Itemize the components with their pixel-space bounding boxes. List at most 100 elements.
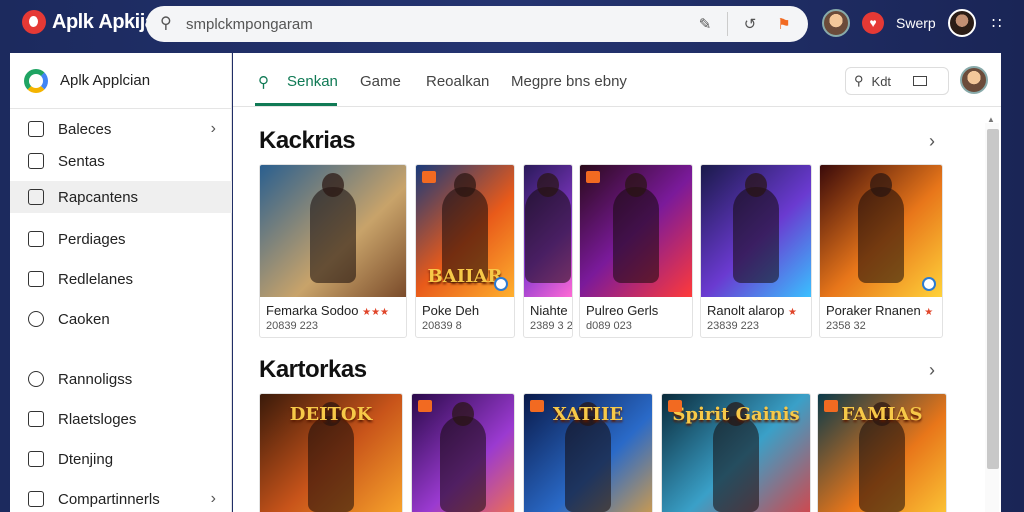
badge-icon <box>422 171 436 183</box>
scrollbar-thumb[interactable] <box>987 129 999 469</box>
game-card[interactable]: Pulreo Gerls d089 023 <box>579 164 693 338</box>
verified-icon <box>922 277 936 291</box>
share-icon[interactable]: ↺ <box>738 12 762 36</box>
sidebar-item-4[interactable]: puzzle-icon Redlelanes <box>10 263 232 295</box>
character-figure <box>613 173 659 283</box>
top-bar: Aplk Apkijal ⚲ ✎ ↺ ⚑ ♥ Swerp ∷ <box>0 0 1024 48</box>
tab-megpre[interactable]: Megpre bns ebny <box>511 73 627 90</box>
sidebar-item-label: Dtenjing <box>58 450 114 468</box>
sidebar-item-1[interactable]: file-icon Sentas <box>10 145 232 177</box>
character-figure <box>713 402 759 512</box>
section-more-chevron-icon[interactable]: › <box>929 360 935 381</box>
sidebar-item-label: Rannoligss <box>58 370 133 388</box>
user-label[interactable]: Swerp <box>896 15 936 31</box>
card-subtitle: 20839 223 <box>266 320 318 332</box>
game-card[interactable]: Poraker Rnanen ★ 2358 32 <box>819 164 943 338</box>
sidebar-item-7[interactable]: list-icon Rlaetsloges <box>10 403 232 435</box>
card-title: Pulreo Gerls <box>580 297 692 318</box>
badge-icon <box>824 400 838 412</box>
search-icon: ⚲ <box>160 15 172 32</box>
tab-game[interactable]: Game <box>360 73 401 90</box>
verified-icon <box>494 277 508 291</box>
main-panel: ⚲ Senkan Game Reoalkan Megpre bns ebny ⚲… <box>233 53 1001 512</box>
filter-label: Kdt <box>871 73 892 89</box>
active-tab-indicator <box>255 103 337 106</box>
account-avatar[interactable] <box>947 9 976 37</box>
chevron-right-icon: › <box>210 120 216 137</box>
sidebar-header[interactable]: Aplk Applcian <box>10 53 231 109</box>
notification-icon[interactable]: ♥ <box>862 12 884 34</box>
character-figure <box>525 173 571 283</box>
card-subtitle: 2358 32 <box>826 320 866 332</box>
sidebar-item-3[interactable]: tag-icon Perdiages <box>10 223 232 255</box>
card-title-text: Poraker Rnanen <box>826 303 921 318</box>
game-card[interactable]: XATIIE <box>523 393 653 512</box>
game-cover-image <box>701 165 811 297</box>
game-card[interactable]: Spirit Gainis <box>661 393 811 512</box>
main-avatar[interactable] <box>960 66 988 94</box>
game-cover-image: FAMIAS <box>818 394 946 512</box>
character-figure <box>440 402 486 512</box>
search-input[interactable] <box>186 15 706 33</box>
section-title: Kackrias <box>259 127 356 154</box>
game-cover-image <box>580 165 692 297</box>
character-figure <box>859 402 905 512</box>
card-subtitle: 2389 3 2 <box>530 320 573 332</box>
card-title-text: Ranolt alarop <box>707 303 785 318</box>
scrollbar[interactable]: ▲ <box>985 115 999 512</box>
tab-bar: ⚲ Senkan Game Reoalkan Megpre bns ebny ⚲… <box>233 53 1001 107</box>
card-title-text: Niahte <box>530 303 568 318</box>
game-card[interactable]: DEITOK <box>259 393 403 512</box>
game-card[interactable]: BAIIAR Poke Deh 20839 8 <box>415 164 515 338</box>
pen-icon[interactable]: ✎ <box>693 12 717 36</box>
brand[interactable]: Aplk Apkijal <box>22 10 161 34</box>
apps-grid-icon[interactable]: ∷ <box>988 14 1006 32</box>
profile-avatar[interactable] <box>822 9 850 37</box>
game-card[interactable]: Femarka Sodoo ★★★ 20839 223 <box>259 164 407 338</box>
character-figure <box>308 402 354 512</box>
sidebar-item-8[interactable]: box-icon Dtenjing <box>10 443 232 475</box>
game-card[interactable]: FAMIAS <box>817 393 947 512</box>
user-area: ♥ Swerp ∷ <box>822 9 1006 37</box>
character-figure <box>310 173 356 283</box>
tab-reoalkan[interactable]: Reoalkan <box>426 73 489 90</box>
game-card[interactable]: Ranolt alarop ★ 23839 223 <box>700 164 812 338</box>
sidebar: Aplk Applcian doc-icon Baleces › file-icon S… <box>10 53 232 512</box>
game-cover-image <box>260 165 406 297</box>
sidebar-item-label: Perdiages <box>58 230 126 248</box>
sidebar-icon: settings-icon <box>28 371 44 387</box>
section-title: Kartorkas <box>259 356 367 383</box>
game-cover-image <box>412 394 514 512</box>
card-title: Poke Deh <box>416 297 514 318</box>
game-card[interactable] <box>411 393 515 512</box>
tab-search-icon[interactable]: ⚲ <box>258 73 269 91</box>
brand-name: Aplk Apkijal <box>52 10 161 33</box>
tab-senkan[interactable]: Senkan <box>287 73 338 90</box>
game-cover-image <box>820 165 942 297</box>
search-tools: ✎ ↺ ⚑ <box>693 12 796 36</box>
game-card[interactable]: Niahte 2389 3 2 <box>523 164 573 338</box>
brand-logo-icon <box>22 10 46 34</box>
sidebar-icon: box-icon <box>28 451 44 467</box>
filter-box[interactable]: ⚲ Kdt <box>845 67 949 95</box>
sidebar-item-9[interactable]: folder-icon Compartinnerls › <box>10 483 232 512</box>
card-title: Ranolt alarop ★ <box>701 297 811 318</box>
scroll-up-icon[interactable]: ▲ <box>987 115 995 124</box>
card-subtitle: d089 023 <box>586 320 632 332</box>
sidebar-title: Aplk Applcian <box>60 72 151 89</box>
sidebar-item-label: Redlelanes <box>58 270 134 288</box>
sidebar-item-5[interactable]: circle-icon Caoken <box>10 303 232 335</box>
sidebar-icon: puzzle-icon <box>28 271 44 287</box>
sidebar-item-0[interactable]: doc-icon Baleces › <box>10 113 232 145</box>
sidebar-item-2[interactable]: panel-icon Rapcantens <box>10 181 232 213</box>
search-bar: ⚲ ✎ ↺ ⚑ <box>146 6 808 42</box>
badge-icon <box>668 400 682 412</box>
game-cover-image <box>524 165 572 297</box>
sidebar-icon: panel-icon <box>28 189 44 205</box>
rating-stars: ★ <box>787 307 797 318</box>
sidebar-item-6[interactable]: settings-icon Rannoligss <box>10 363 232 395</box>
tag-icon[interactable]: ⚑ <box>772 12 796 36</box>
section-more-chevron-icon[interactable]: › <box>929 131 935 152</box>
app-logo-icon <box>24 68 48 93</box>
game-cover-image: XATIIE <box>524 394 652 512</box>
